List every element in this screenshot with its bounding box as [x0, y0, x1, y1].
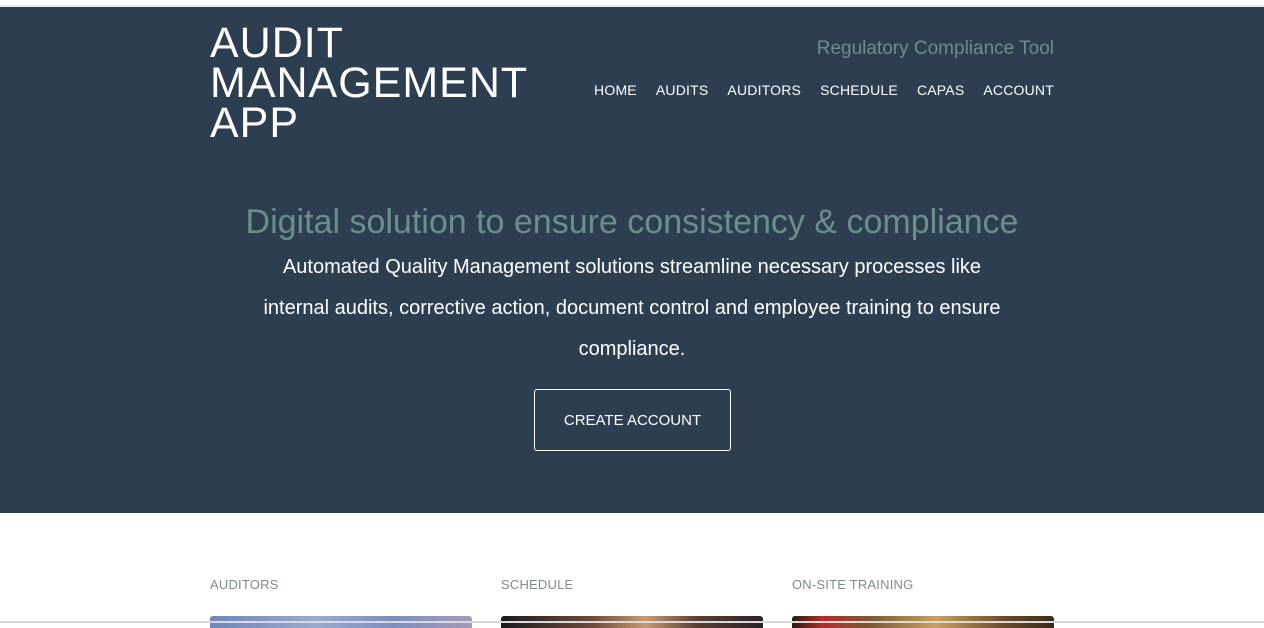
logo-line-3: APP [210, 99, 300, 147]
nav-link-home[interactable]: HOME [594, 82, 637, 98]
nav-link-schedule[interactable]: SCHEDULE [820, 82, 898, 98]
card-title-auditors: AUDITORS [210, 577, 279, 592]
nav-link-audits[interactable]: AUDITS [656, 82, 709, 98]
nav-item-capas: CAPAS [917, 82, 964, 100]
card-title-on-site-training: ON-SITE TRAINING [792, 577, 914, 592]
nav-link-capas[interactable]: CAPAS [917, 82, 964, 98]
card-title-schedule: SCHEDULE [501, 577, 574, 592]
nav-item-home: HOME [594, 82, 637, 100]
logo-line-2: MANAGEMENT [210, 59, 529, 107]
nav-item-audits: AUDITS [656, 82, 709, 100]
main-nav: HOME AUDITS AUDITORS SCHEDULE CAPAS ACCO… [594, 82, 1054, 100]
hero-headline: Digital solution to ensure consistency &… [245, 203, 1019, 241]
top-strip [0, 0, 1264, 7]
nav-link-auditors[interactable]: AUDITORS [727, 82, 801, 98]
feature-cards: AUDITORS SCHEDULE ON-SITE TRAINING [210, 577, 1054, 628]
hero-section: AUDIT MANAGEMENT APP Regulatory Complian… [0, 7, 1264, 513]
card-schedule[interactable]: SCHEDULE [501, 577, 763, 628]
create-account-button[interactable]: CREATE ACCOUNT [534, 389, 731, 451]
logo-line-1: AUDIT [210, 19, 344, 67]
site-logo[interactable]: AUDIT MANAGEMENT APP [210, 19, 570, 147]
card-auditors[interactable]: AUDITORS [210, 577, 472, 628]
card-on-site-training[interactable]: ON-SITE TRAINING [792, 577, 1054, 628]
site-tagline: Regulatory Compliance Tool [816, 38, 1054, 59]
hero-lead-text: Automated Quality Management solutions s… [263, 256, 1001, 360]
nav-item-account: ACCOUNT [983, 82, 1054, 100]
nav-item-schedule: SCHEDULE [820, 82, 898, 100]
nav-item-auditors: AUDITORS [727, 82, 801, 100]
nav-link-account[interactable]: ACCOUNT [983, 82, 1054, 98]
